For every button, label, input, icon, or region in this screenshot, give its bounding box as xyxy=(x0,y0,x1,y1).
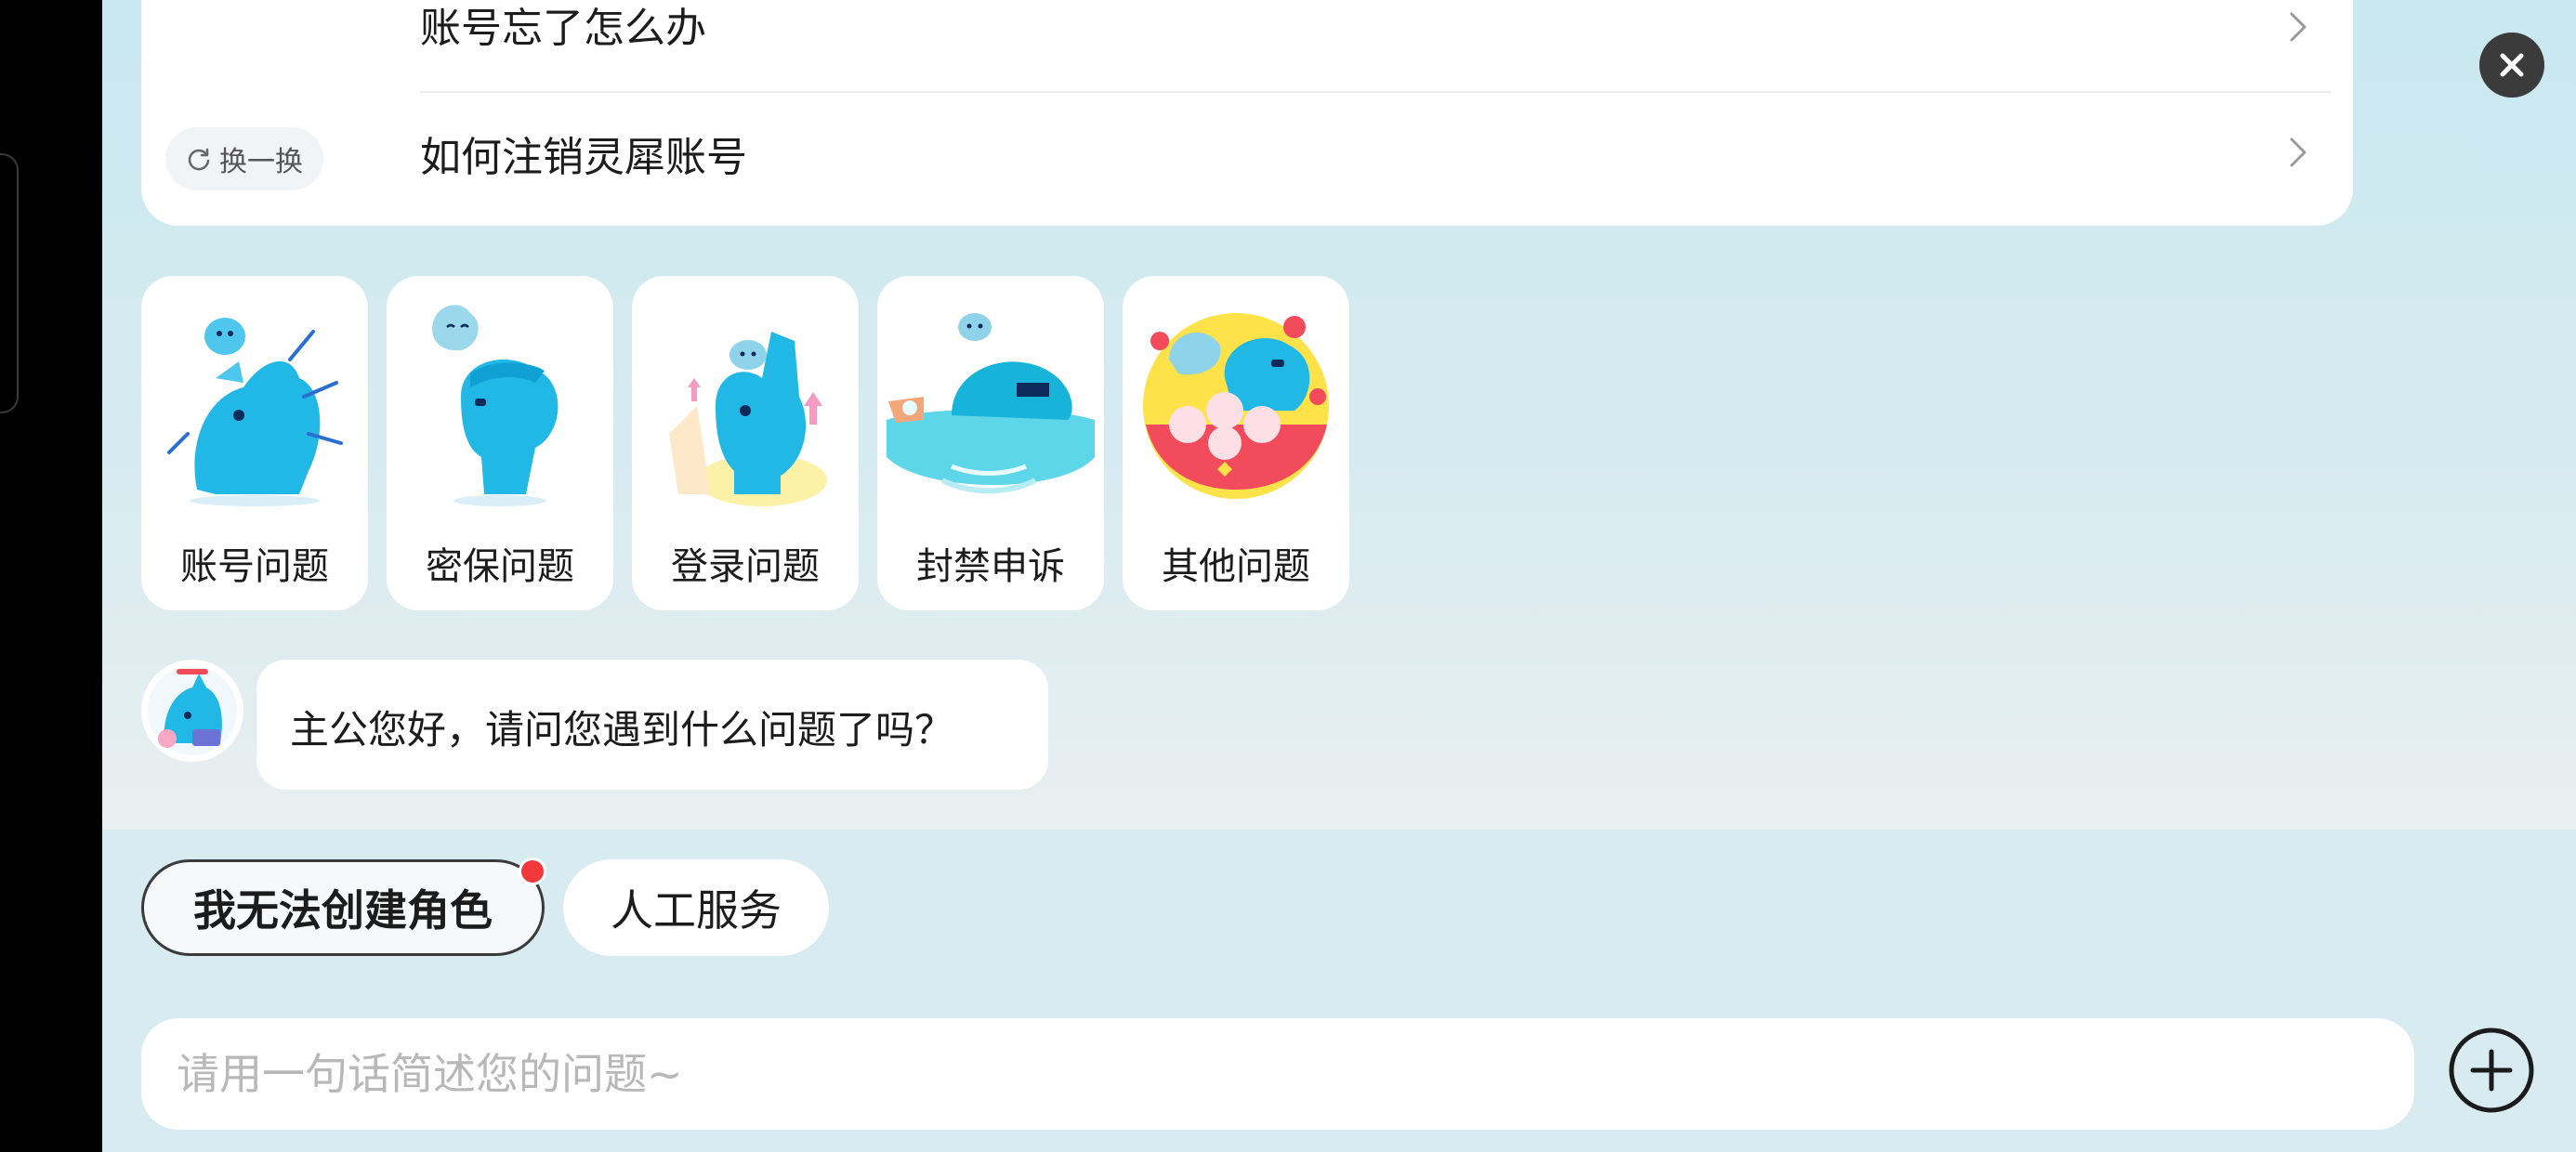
chevron-right-icon xyxy=(2290,12,2307,42)
chevron-right-icon xyxy=(2290,137,2307,167)
category-label: 登录问题 xyxy=(671,545,820,588)
faq-item[interactable]: 账号忘了怎么办 xyxy=(420,0,2331,93)
close-button[interactable] xyxy=(2479,33,2544,98)
bot-avatar xyxy=(141,660,243,762)
mascot-security-icon xyxy=(432,305,559,506)
category-label: 其他问题 xyxy=(1162,545,1310,588)
quick-reply-cannot-create-role[interactable]: 我无法创建角色 xyxy=(141,859,545,956)
add-attachment-button[interactable] xyxy=(2448,1027,2535,1114)
notification-dot xyxy=(519,857,546,885)
quick-reply-human-service[interactable]: 人工服务 xyxy=(563,859,829,956)
category-card-account[interactable]: 账号问题 xyxy=(141,276,368,610)
device-notch xyxy=(0,153,19,413)
mascot-account-icon xyxy=(167,318,343,506)
category-label: 封禁申诉 xyxy=(916,545,1065,588)
category-label: 密保问题 xyxy=(426,545,574,588)
faq-item-label: 账号忘了怎么办 xyxy=(420,5,706,52)
quick-reply-label: 我无法创建角色 xyxy=(193,885,493,936)
mascot-login-icon xyxy=(669,332,827,506)
faq-item[interactable]: 如何注销灵犀账号 xyxy=(420,90,2331,218)
input-panel: 我无法创建角色 人工服务 xyxy=(102,830,2576,1152)
faq-item-label: 如何注销灵犀账号 xyxy=(420,134,747,181)
bot-message-bubble: 主公您好，请问您遇到什么问题了吗？ xyxy=(256,660,1048,790)
faq-card: 账号忘了怎么办 如何注销灵犀账号 换一换 xyxy=(141,0,2353,226)
category-list: 账号问题 密保问题 登录问题 封禁申诉 其他问题 xyxy=(141,276,1349,610)
shuffle-label: 换一换 xyxy=(219,146,303,178)
category-card-other[interactable]: 其他问题 xyxy=(1123,276,1349,610)
mascot-avatar-icon xyxy=(144,662,241,759)
mascot-ban-appeal-icon xyxy=(887,313,1095,494)
category-card-security[interactable]: 密保问题 xyxy=(387,276,613,610)
category-card-login[interactable]: 登录问题 xyxy=(632,276,859,610)
question-input[interactable] xyxy=(141,1018,2414,1130)
refresh-icon xyxy=(188,148,210,171)
support-screen: 账号忘了怎么办 如何注销灵犀账号 换一换 账号问题 密保问题 登录问题 封禁申诉… xyxy=(102,0,2576,1152)
category-label: 账号问题 xyxy=(180,545,329,588)
category-card-ban-appeal[interactable]: 封禁申诉 xyxy=(877,276,1104,610)
shuffle-button[interactable]: 换一换 xyxy=(165,127,323,190)
close-icon xyxy=(2500,53,2524,77)
mascot-other-icon xyxy=(1143,313,1329,499)
bot-message-text: 主公您好，请问您遇到什么问题了吗？ xyxy=(290,707,954,753)
quick-reply-label: 人工服务 xyxy=(611,885,782,936)
